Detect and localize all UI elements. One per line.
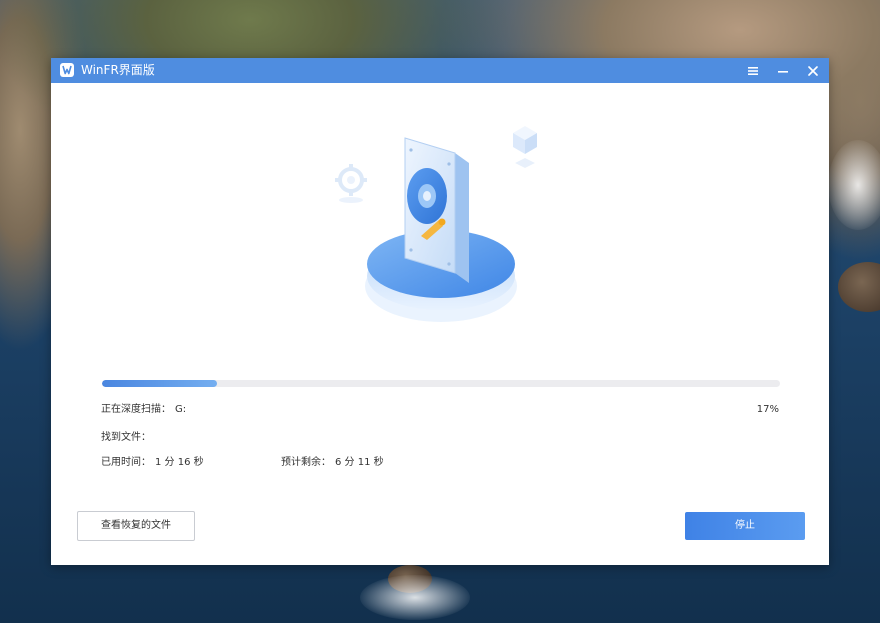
app-window: WinFR界面版	[51, 58, 829, 565]
winfr-logo-icon	[60, 63, 74, 77]
scan-progress-fill	[102, 380, 217, 387]
minimize-icon[interactable]	[773, 61, 793, 81]
elapsed-time-label: 已用时间：	[101, 456, 151, 470]
disk-scan-illustration	[321, 118, 561, 338]
remaining-time-value: 6 分 11 秒	[335, 456, 384, 470]
window-title: WinFR界面版	[81, 63, 155, 78]
scan-progress-percent: 17%	[731, 403, 779, 417]
remaining-time-label: 预计剩余：	[281, 456, 331, 470]
coast-rock	[838, 262, 880, 312]
title-bar: WinFR界面版	[51, 58, 829, 83]
scan-drive: G:	[175, 403, 186, 417]
found-files-label: 找到文件：	[101, 431, 151, 445]
stop-scan-button[interactable]: 停止	[685, 512, 805, 540]
view-recovered-files-button[interactable]: 查看恢复的文件	[77, 511, 195, 541]
close-icon[interactable]	[803, 61, 823, 81]
scan-status-label: 正在深度扫描：	[101, 403, 171, 417]
menu-icon[interactable]	[743, 61, 763, 81]
coast-foam	[828, 140, 880, 230]
sea-foam	[360, 575, 470, 620]
elapsed-time-value: 1 分 16 秒	[155, 456, 204, 470]
scan-progress-bar	[102, 380, 780, 387]
